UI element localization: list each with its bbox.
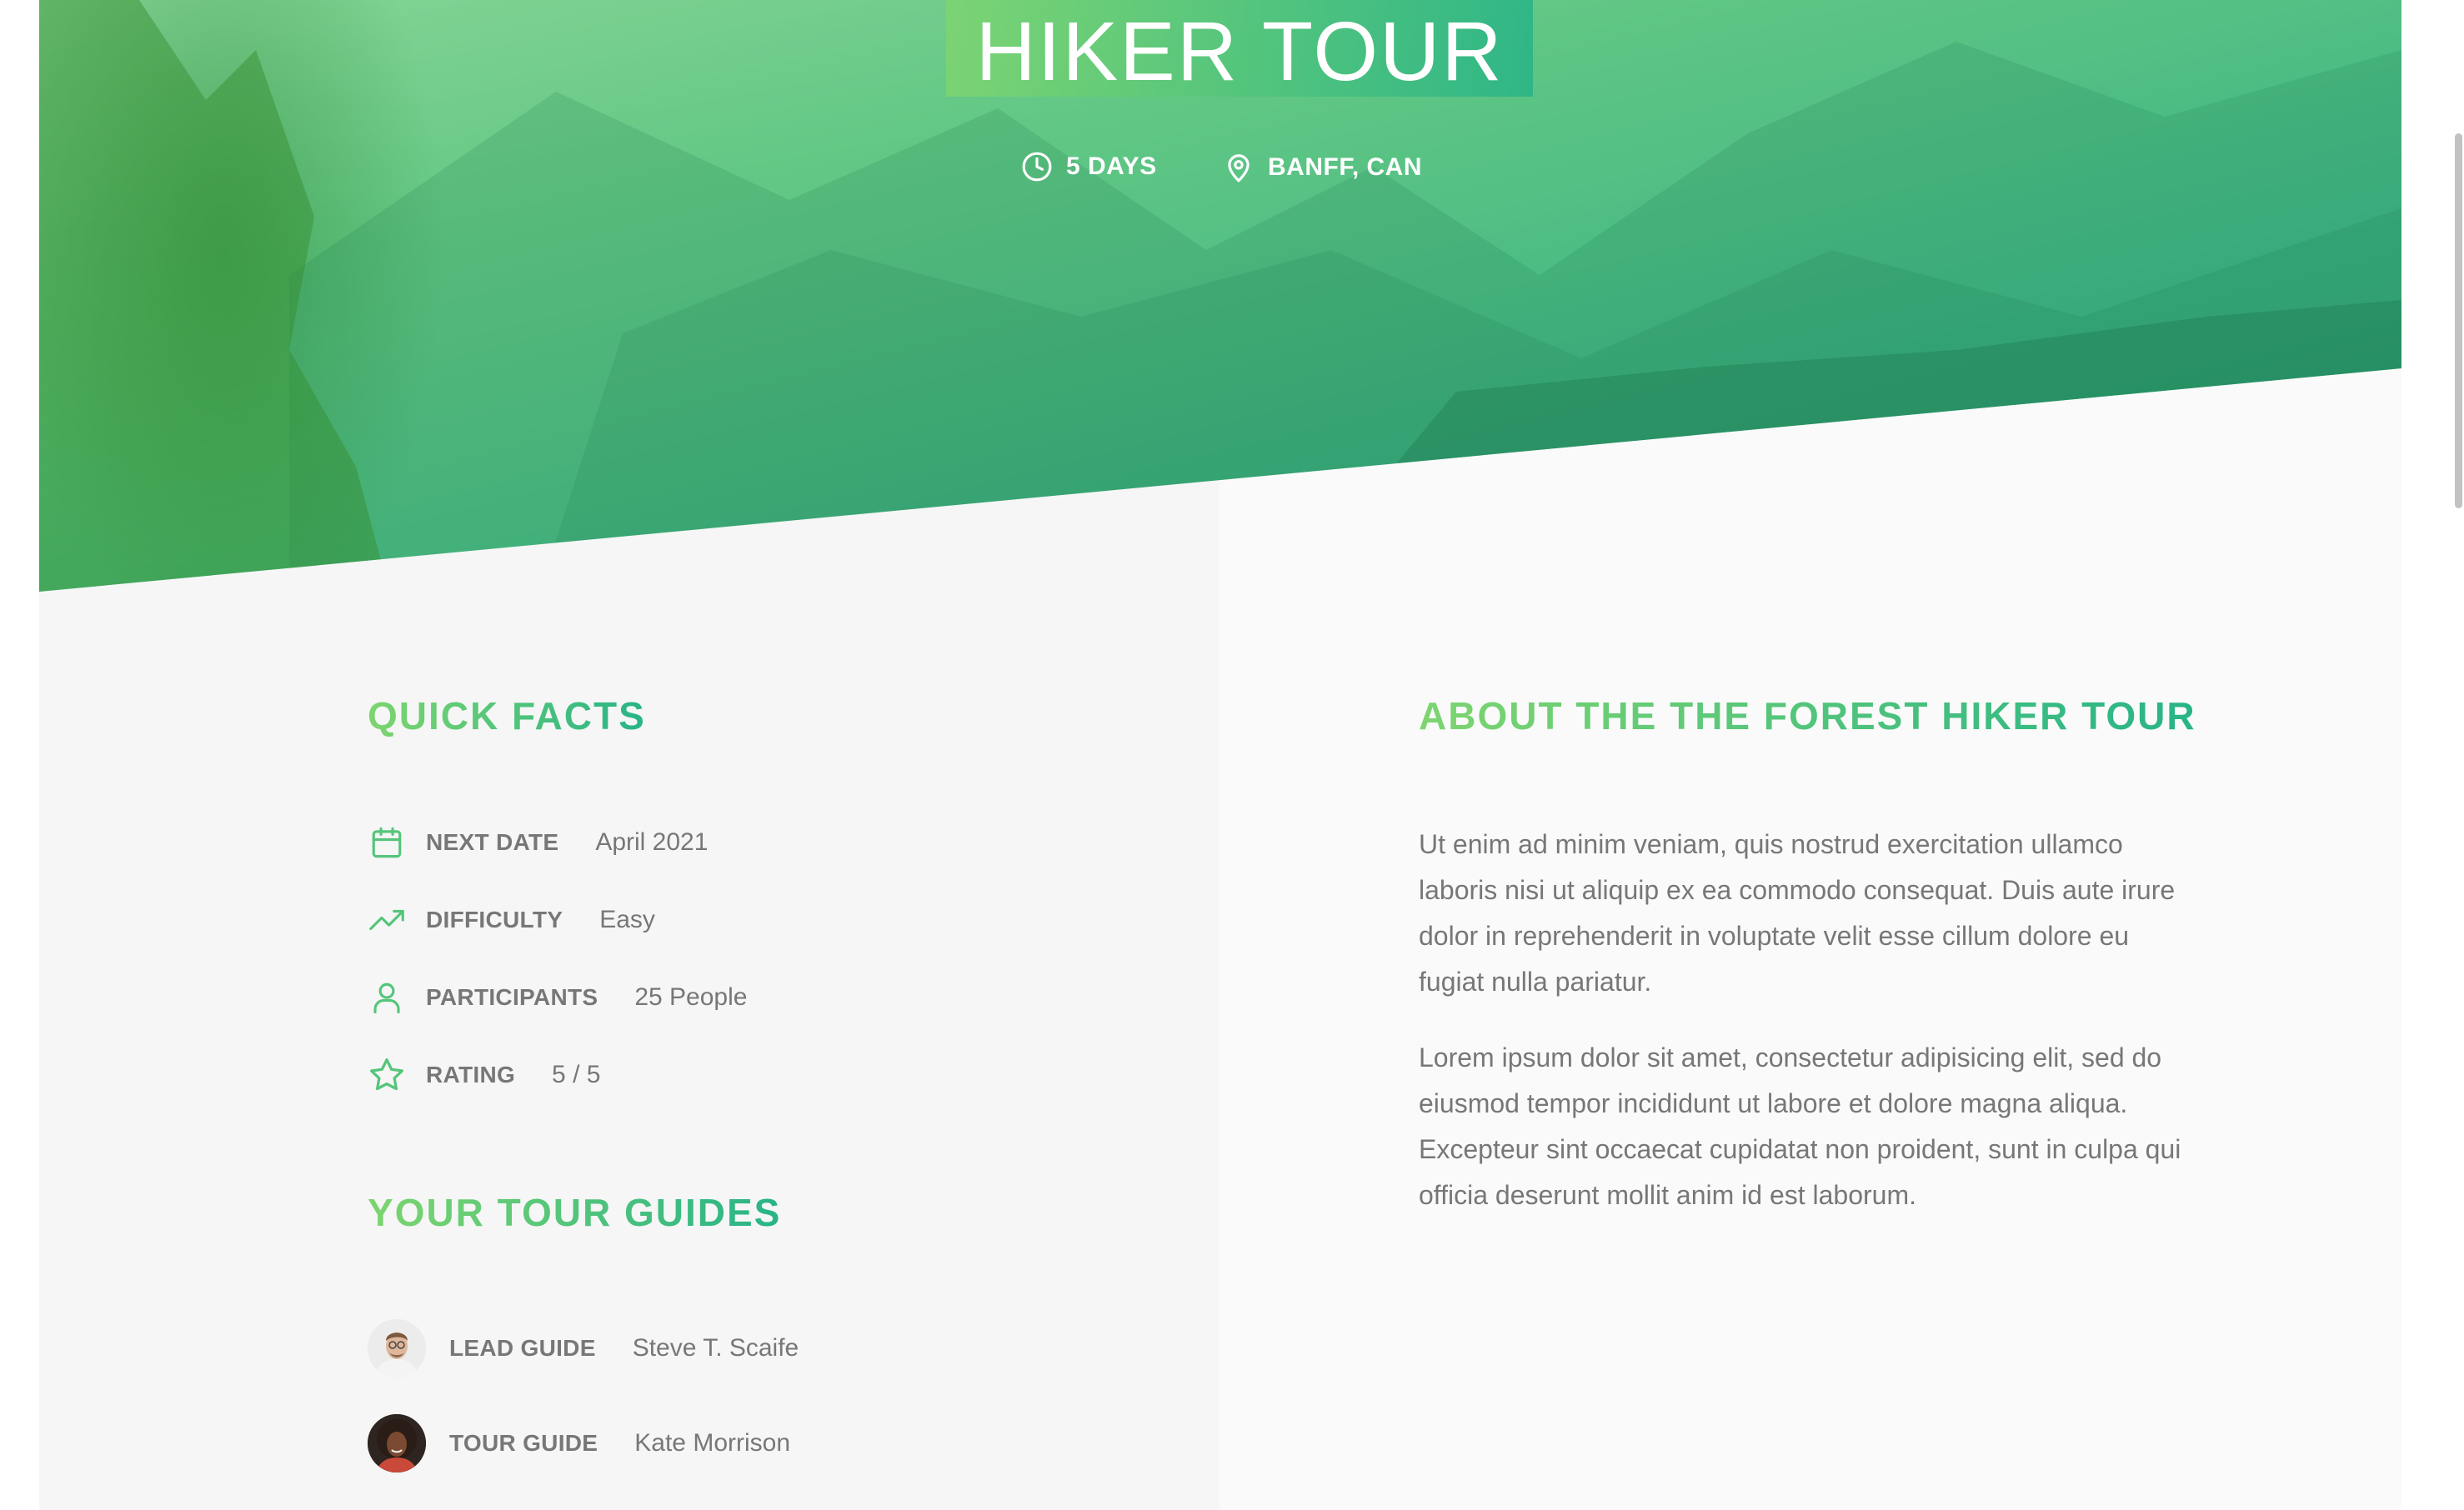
fact-value: 5 / 5 (552, 1061, 601, 1088)
guide-role: LEAD GUIDE (449, 1335, 596, 1361)
hero-banner: HIKER TOUR 5 DAYS BANFF, CAN (39, 0, 2401, 592)
fact-label: RATING (426, 1062, 516, 1088)
fact-value: Easy (599, 906, 655, 933)
fact-participants: PARTICIPANTS 25 People (368, 977, 747, 1018)
clock-icon (1022, 152, 1052, 182)
tour-guides-heading: YOUR TOUR GUIDES (368, 1191, 782, 1234)
about-paragraph-2: Lorem ipsum dolor sit amet, consectetur … (1419, 1042, 2181, 1210)
fact-label: NEXT DATE (426, 829, 559, 855)
avatar (368, 1319, 426, 1378)
guide-name: Steve T. Scaife (632, 1334, 799, 1362)
location-detail: BANFF, CAN (1223, 151, 1422, 184)
guide-role: TOUR GUIDE (449, 1430, 598, 1456)
fact-value: 25 People (634, 983, 748, 1011)
trending-up-icon (368, 901, 406, 939)
avatar (368, 1414, 426, 1472)
location-text: BANFF, CAN (1268, 153, 1422, 181)
duration-detail: 5 DAYS (1021, 151, 1157, 182)
quick-facts-heading: QUICK FACTS (368, 694, 646, 738)
fact-label: PARTICIPANTS (426, 984, 598, 1010)
fact-difficulty: DIFFICULTY Easy (368, 899, 655, 941)
fact-rating: RATING 5 / 5 (368, 1054, 600, 1096)
tour-page: HIKER TOUR 5 DAYS BANFF, CAN QUICK FACTS… (39, 0, 2401, 1510)
fact-value: April 2021 (595, 828, 709, 856)
fact-next-date: NEXT DATE April 2021 (368, 822, 708, 863)
guide-tour: TOUR GUIDE Kate Morrison (368, 1412, 790, 1474)
guide-lead: LEAD GUIDE Steve T. Scaife (368, 1318, 799, 1379)
duration-text: 5 DAYS (1066, 152, 1157, 180)
guide-name: Kate Morrison (634, 1429, 791, 1457)
scrollbar-thumb[interactable] (2455, 133, 2462, 508)
map-pin-icon (1228, 154, 1250, 182)
fact-label: DIFFICULTY (426, 907, 563, 932)
star-icon (368, 1056, 406, 1094)
about-heading: ABOUT THE THE FOREST HIKER TOUR (1419, 694, 2196, 738)
about-paragraph-1: Ut enim ad minim veniam, quis nostrud ex… (1419, 829, 2176, 997)
user-icon (368, 978, 406, 1017)
calendar-icon (368, 823, 406, 862)
tour-title: HIKER TOUR (975, 5, 1504, 98)
hero-title-box: HIKER TOUR (946, 0, 1533, 97)
